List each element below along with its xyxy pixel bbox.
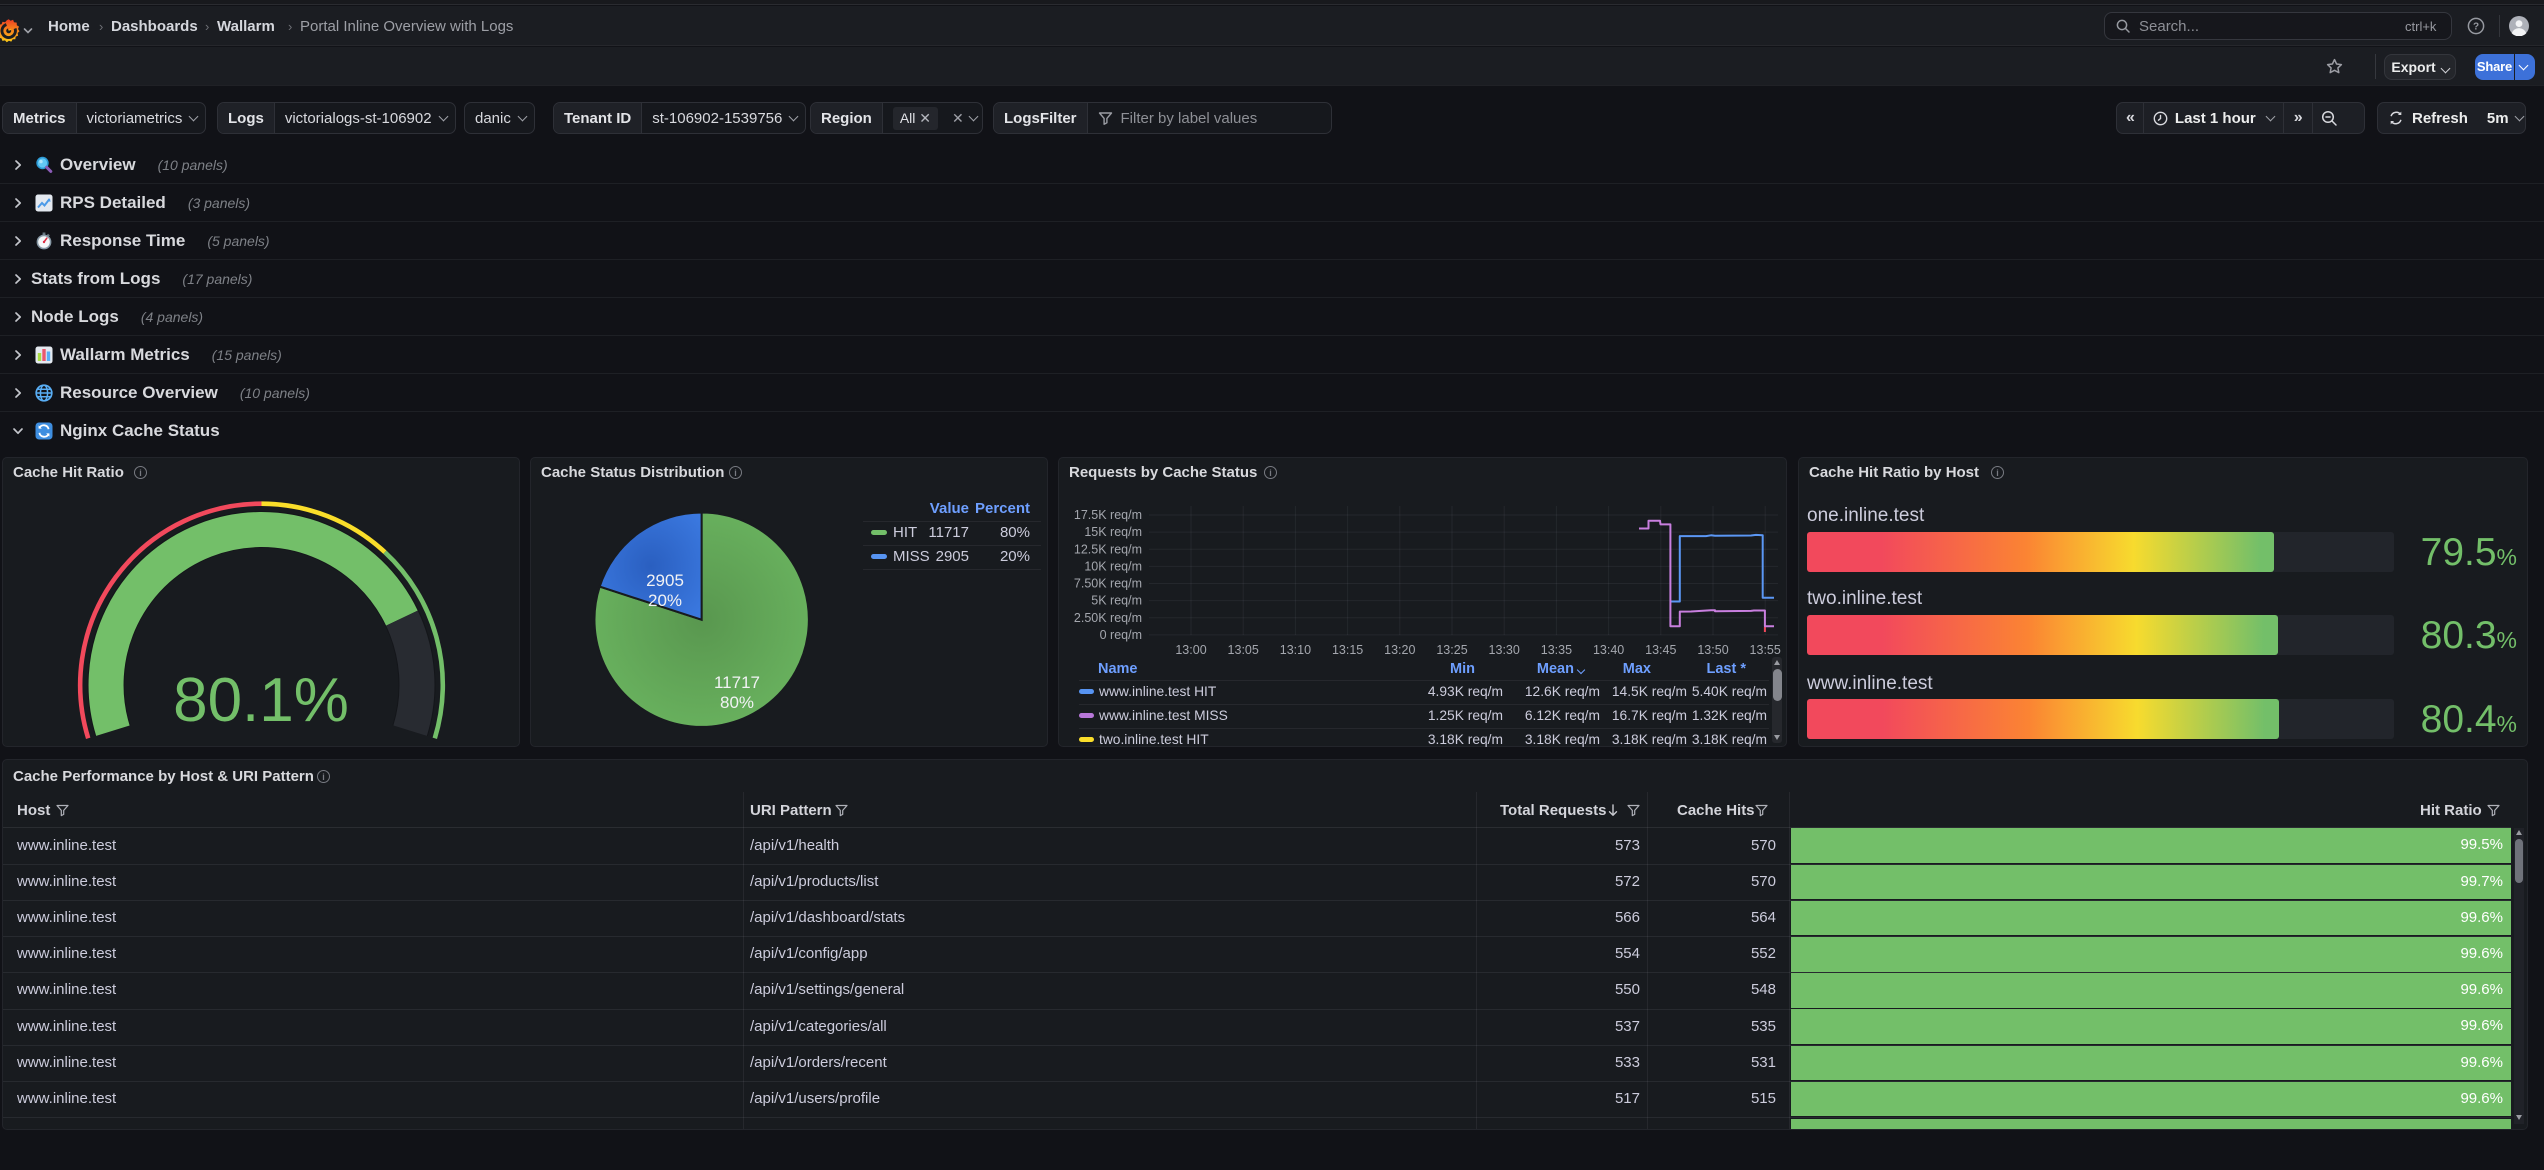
svg-text:?: ? xyxy=(2473,22,2479,33)
svg-text:13:40: 13:40 xyxy=(1593,643,1624,657)
svg-text:10K req/m: 10K req/m xyxy=(1084,560,1142,574)
svg-text:13:55: 13:55 xyxy=(1750,643,1781,657)
svg-text:15K req/m: 15K req/m xyxy=(1084,525,1142,539)
svg-text:13:30: 13:30 xyxy=(1489,643,1520,657)
svg-text:13:15: 13:15 xyxy=(1332,643,1363,657)
svg-text:13:05: 13:05 xyxy=(1228,643,1259,657)
svg-text:0 req/m: 0 req/m xyxy=(1100,628,1142,642)
svg-text:13:00: 13:00 xyxy=(1175,643,1206,657)
svg-text:13:10: 13:10 xyxy=(1280,643,1311,657)
svg-text:2.50K req/m: 2.50K req/m xyxy=(1074,611,1142,625)
svg-text:5K req/m: 5K req/m xyxy=(1091,594,1142,608)
svg-text:13:45: 13:45 xyxy=(1645,643,1676,657)
svg-text:80.1%: 80.1% xyxy=(173,666,349,735)
svg-text:17.5K req/m: 17.5K req/m xyxy=(1074,508,1142,522)
svg-text:80%: 80% xyxy=(720,693,754,712)
svg-text:7.50K req/m: 7.50K req/m xyxy=(1074,577,1142,591)
svg-text:20%: 20% xyxy=(648,591,682,610)
svg-text:2905: 2905 xyxy=(646,571,684,590)
svg-text:13:25: 13:25 xyxy=(1436,643,1467,657)
svg-text:13:20: 13:20 xyxy=(1384,643,1415,657)
svg-text:13:35: 13:35 xyxy=(1541,643,1572,657)
svg-text:13:50: 13:50 xyxy=(1697,643,1728,657)
svg-text:11717: 11717 xyxy=(714,673,760,692)
svg-text:12.5K req/m: 12.5K req/m xyxy=(1074,542,1142,556)
